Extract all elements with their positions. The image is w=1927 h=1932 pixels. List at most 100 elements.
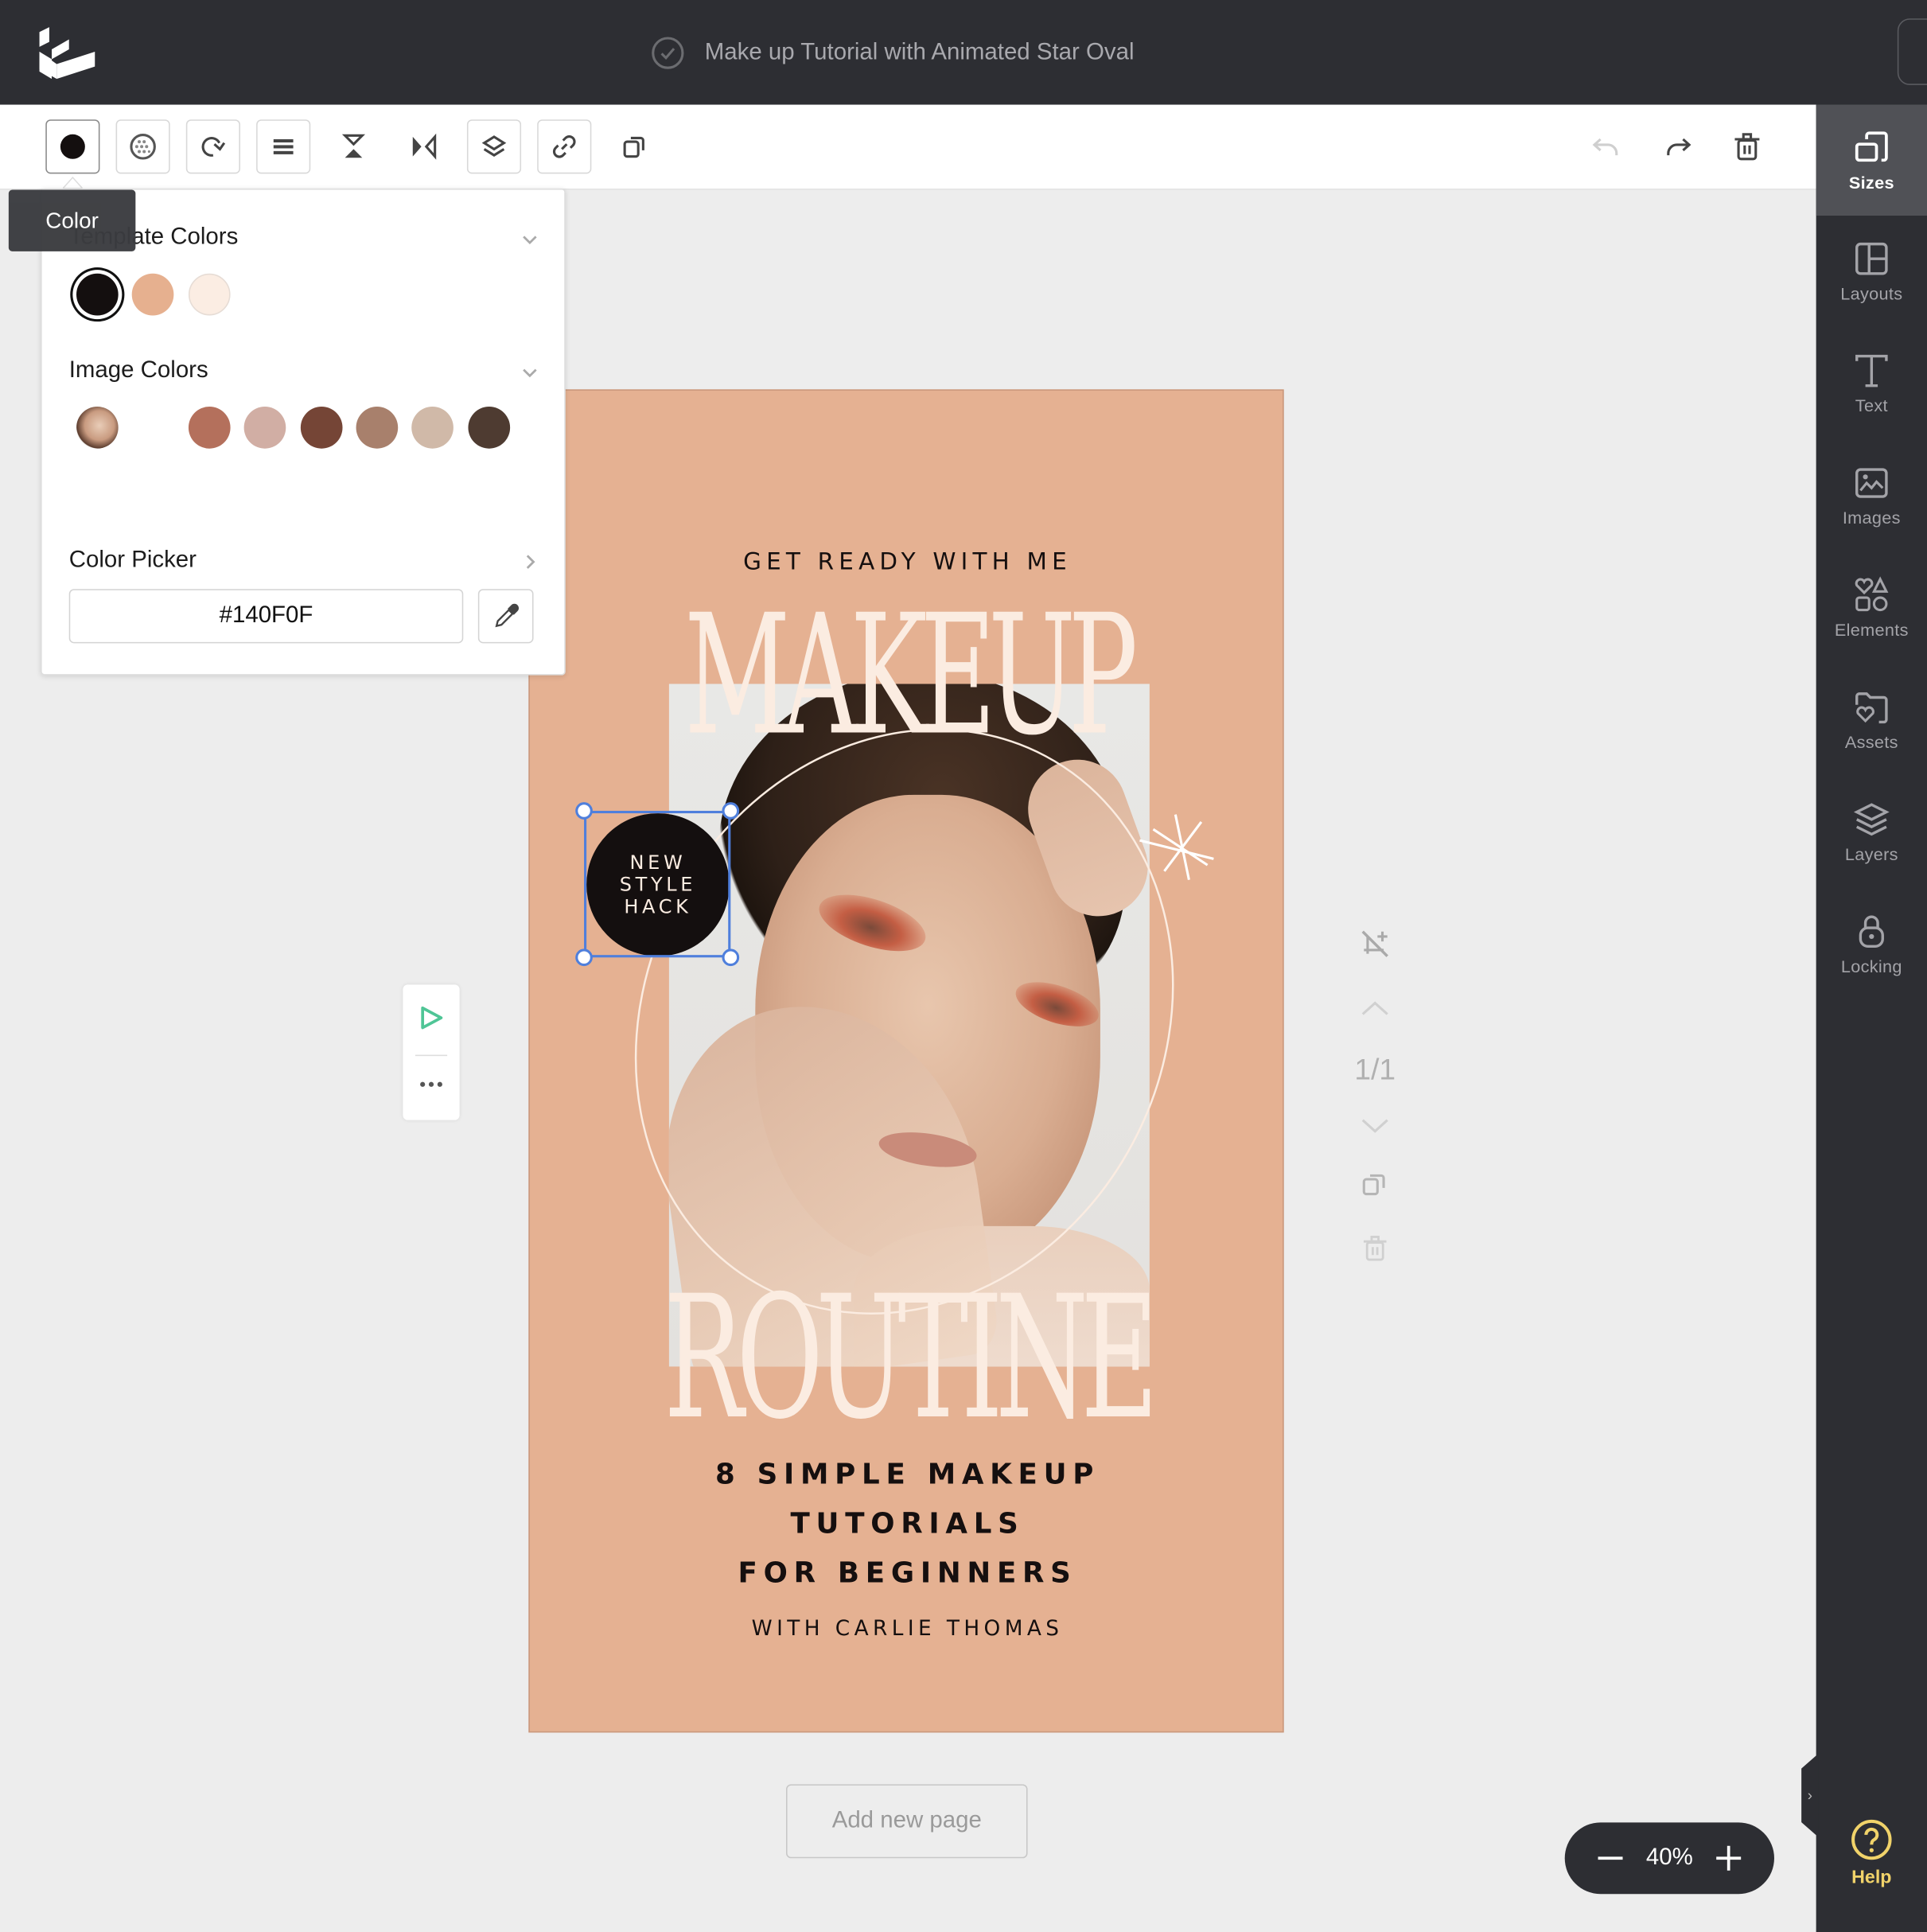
sidebar-item-label: Layouts <box>1840 283 1903 303</box>
sidebar-item-sizes[interactable]: Sizes <box>1816 104 1927 216</box>
top-right-button[interactable] <box>1897 18 1927 85</box>
help-button[interactable]: Help <box>1816 1817 1927 1903</box>
flip-vertical-button[interactable] <box>326 119 381 174</box>
rotate-button[interactable] <box>185 119 240 174</box>
page-up-button[interactable] <box>1350 993 1400 1022</box>
selection-box <box>584 810 731 958</box>
lock-icon <box>1859 915 1884 948</box>
image-color-swatch[interactable] <box>300 407 343 449</box>
layout-icon <box>1855 242 1888 275</box>
kicker-text[interactable]: GET READY WITH ME <box>530 548 1283 575</box>
image-color-swatch[interactable] <box>188 407 231 449</box>
image-color-swatch[interactable] <box>243 407 286 449</box>
add-new-page-button[interactable]: Add new page <box>786 1784 1028 1859</box>
folder-heart-icon <box>1855 692 1888 724</box>
subtitle-line-3[interactable]: FOR BEGINNERS <box>530 1549 1283 1599</box>
hide-grid-button[interactable] <box>1350 924 1400 964</box>
redo-icon <box>1667 138 1691 156</box>
duplicate-page-button[interactable] <box>1350 1166 1400 1202</box>
sidebar-item-label: Images <box>1842 508 1901 528</box>
trash-icon <box>1363 1236 1387 1261</box>
headline-top[interactable]: MAKEUP <box>530 578 1283 772</box>
color-picker-heading: Color Picker <box>68 547 197 574</box>
undo-button[interactable] <box>1587 127 1627 167</box>
template-color-swatch[interactable] <box>188 273 231 316</box>
flip-horizontal-button[interactable] <box>396 119 451 174</box>
template-color-swatch[interactable] <box>131 273 174 316</box>
hex-color-input[interactable] <box>68 589 464 644</box>
template-color-swatch[interactable] <box>76 273 119 316</box>
image-color-swatch[interactable] <box>411 407 454 449</box>
play-icon[interactable] <box>418 1004 445 1031</box>
document-title-area: Make up Tutorial with Animated Star Oval <box>651 34 1135 71</box>
trash-icon <box>1734 133 1760 161</box>
image-color-swatch[interactable] <box>468 407 511 449</box>
subtitle-line-1[interactable]: 8 SIMPLE MAKEUP <box>530 1451 1283 1500</box>
color-panel: Template Colors Image Colors Color Picke… <box>41 188 566 676</box>
undo-icon <box>1592 138 1618 156</box>
transparency-button[interactable] <box>115 119 170 174</box>
author-text[interactable]: WITH CARLIE THOMAS <box>530 1617 1283 1642</box>
sidebar-item-label: Layers <box>1844 843 1898 864</box>
shapes-icon <box>1855 576 1889 612</box>
chevron-right-icon: › <box>1807 1786 1812 1805</box>
delete-page-button[interactable] <box>1350 1230 1400 1267</box>
resize-handle-top-right[interactable] <box>722 802 740 820</box>
app-logo-icon[interactable] <box>37 25 98 81</box>
more-options-icon[interactable] <box>416 1078 446 1090</box>
sidebar-item-locking[interactable]: Locking <box>1816 889 1927 999</box>
resize-handle-top-left[interactable] <box>575 802 593 820</box>
link-icon <box>553 135 576 158</box>
rotate-icon <box>201 137 226 157</box>
flip-horizontal-icon <box>412 133 437 160</box>
sparkle-star-icon <box>1139 814 1214 881</box>
chevron-down-icon[interactable] <box>520 229 540 249</box>
zoom-out-icon[interactable] <box>1594 1842 1626 1874</box>
animation-toolbar <box>403 984 460 1120</box>
resize-handle-bottom-right[interactable] <box>722 948 740 967</box>
link-button[interactable] <box>537 119 592 174</box>
page-down-button[interactable] <box>1350 1112 1400 1141</box>
chevron-up-icon <box>1361 1001 1388 1015</box>
zoom-control: 40% <box>1564 1822 1774 1895</box>
sidebar-item-assets[interactable]: Assets <box>1816 664 1927 775</box>
text-icon <box>1855 354 1888 388</box>
element-toolbar <box>0 104 1816 190</box>
image-color-swatch[interactable] <box>356 407 399 449</box>
redo-button[interactable] <box>1657 127 1697 167</box>
chevron-right-icon[interactable] <box>520 552 540 572</box>
eyedropper-icon <box>494 603 519 628</box>
duplicate-icon <box>623 136 644 158</box>
document-title[interactable]: Make up Tutorial with Animated Star Oval <box>705 40 1135 67</box>
layer-order-button[interactable] <box>466 119 522 174</box>
align-button[interactable] <box>256 119 311 174</box>
image-thumbnail-swatch[interactable] <box>76 407 119 449</box>
sidebar-item-elements[interactable]: Elements <box>1816 552 1927 663</box>
image-icon <box>1855 468 1888 498</box>
sidebar-item-text[interactable]: Text <box>1816 328 1927 438</box>
sidebar-item-layouts[interactable]: Layouts <box>1816 216 1927 326</box>
eyedropper-button[interactable] <box>477 589 534 644</box>
headline-bottom[interactable]: ROUTINE <box>530 1260 1283 1458</box>
checker-circle-icon <box>130 134 156 160</box>
image-colors-heading: Image Colors <box>68 357 208 384</box>
editor-app: Make up Tutorial with Animated Star Oval <box>0 0 1927 1932</box>
color-tooltip: Color <box>8 189 136 251</box>
chevron-down-icon <box>1361 1119 1388 1133</box>
sidebar-item-images[interactable]: Images <box>1816 440 1927 551</box>
help-label: Help <box>1851 1867 1892 1888</box>
sidebar-item-label: Assets <box>1844 731 1898 752</box>
resize-handle-bottom-left[interactable] <box>575 948 593 967</box>
zoom-in-icon[interactable] <box>1713 1842 1745 1874</box>
duplicate-icon <box>1362 1174 1385 1196</box>
design-page[interactable]: GET READY WITH ME MAKEUP ROUTINE 8 SIMPL… <box>528 389 1284 1733</box>
delete-button[interactable] <box>1727 127 1767 167</box>
chevron-down-icon[interactable] <box>520 362 540 382</box>
flip-vertical-icon <box>341 134 366 158</box>
color-button[interactable] <box>45 119 100 174</box>
subtitle-line-2[interactable]: TUTORIALS <box>530 1500 1283 1549</box>
sidebar-item-layers[interactable]: Layers <box>1816 777 1927 887</box>
divider <box>415 1054 448 1057</box>
check-circle-icon <box>652 37 684 69</box>
duplicate-button[interactable] <box>607 119 662 174</box>
